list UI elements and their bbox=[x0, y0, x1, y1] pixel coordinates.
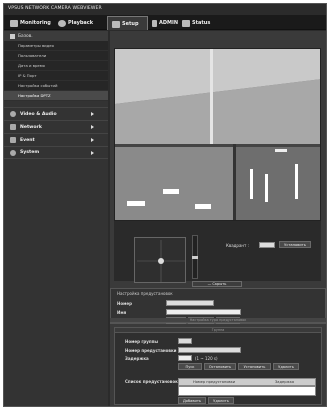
sidebar-item-dptz[interactable]: Настройка DPTZ bbox=[4, 91, 108, 101]
group-delay-label: Задержка bbox=[125, 356, 149, 361]
group-section: Группа Номер группы Номер предустановки … bbox=[114, 327, 322, 405]
group-stop-button[interactable]: Остановить bbox=[204, 363, 236, 370]
preset-number-label: Номер bbox=[117, 301, 132, 306]
nav-setup[interactable]: Setup bbox=[107, 16, 148, 30]
arrow-right-icon bbox=[91, 112, 94, 116]
sidebar-item-video-params[interactable]: Параметры видео bbox=[4, 41, 108, 51]
ptz-crosshair bbox=[137, 240, 185, 282]
setup-icon bbox=[112, 20, 120, 28]
system-icon bbox=[10, 149, 16, 156]
preset-title: Настройка предустановок bbox=[117, 291, 173, 296]
arrow-right-icon bbox=[91, 138, 94, 142]
sidebar-cat-event[interactable]: Event bbox=[4, 133, 108, 146]
group-number-label: Номер группы bbox=[125, 339, 159, 344]
ptz-controls: Квадрант : Установить — Скрыть bbox=[114, 221, 321, 287]
quadrant-select[interactable] bbox=[259, 242, 275, 248]
group-panel-title: Группа bbox=[115, 328, 321, 333]
preset-number-select[interactable] bbox=[166, 300, 214, 306]
slider-handle[interactable] bbox=[192, 256, 198, 259]
nav-monitoring[interactable]: Monitoring bbox=[10, 18, 51, 28]
nav-admin[interactable]: ADMIN bbox=[152, 18, 178, 28]
quadrant-label: Квадрант : bbox=[226, 243, 249, 248]
set-quadrant-button[interactable]: Установить bbox=[279, 241, 311, 248]
preset-list-label: Список предустановок bbox=[125, 379, 178, 384]
camera-image bbox=[115, 49, 320, 220]
basic-icon bbox=[10, 33, 15, 39]
main-content: Квадрант : Установить — Скрыть Настройка… bbox=[110, 31, 326, 406]
group-delete-button[interactable]: Удалить bbox=[273, 363, 299, 370]
list-add-button[interactable]: Добавить bbox=[178, 397, 206, 404]
status-icon bbox=[182, 19, 190, 27]
nav-status[interactable]: Status bbox=[182, 18, 210, 28]
list-col-number: Номер предустановки bbox=[193, 380, 236, 384]
group-number-select[interactable] bbox=[178, 338, 192, 344]
group-set-button[interactable]: Установить bbox=[238, 363, 271, 370]
camera-view[interactable] bbox=[114, 48, 321, 221]
arrow-right-icon bbox=[91, 125, 94, 129]
group-start-button[interactable]: Пуск bbox=[178, 363, 202, 370]
ptz-pad[interactable] bbox=[134, 237, 186, 283]
playback-icon bbox=[58, 19, 66, 27]
list-delete-button[interactable]: Удалить bbox=[208, 397, 234, 404]
brand-title: VPSUS NETWORK CAMERA WEBVIEWER bbox=[8, 6, 102, 11]
sidebar-item-users[interactable]: Пользователи bbox=[4, 51, 108, 61]
delay-range-text: (1 ~ 120 s) bbox=[195, 356, 218, 361]
sidebar-item-events[interactable]: Настройка событий bbox=[4, 81, 108, 91]
sidebar-basic[interactable]: Базов. bbox=[4, 31, 108, 41]
zoom-slider[interactable] bbox=[192, 235, 198, 279]
sidebar-cat-video-audio[interactable]: Video & Audio bbox=[4, 107, 108, 120]
user-icon bbox=[152, 19, 157, 27]
arrow-right-icon bbox=[91, 151, 94, 155]
preset-name-input[interactable] bbox=[166, 309, 241, 315]
sidebar-cat-system[interactable]: System bbox=[4, 146, 108, 159]
top-nav: Monitoring Playback ADMIN Status bbox=[4, 15, 326, 30]
preset-list[interactable] bbox=[178, 386, 316, 396]
sidebar: Базов. Параметры видео Пользователи Дата… bbox=[4, 31, 108, 406]
nav-playback[interactable]: Playback bbox=[58, 18, 93, 28]
video-audio-icon bbox=[10, 111, 16, 117]
group-preset-number-label: Номер предустановки bbox=[125, 348, 177, 353]
event-icon bbox=[10, 137, 16, 143]
group-delay-input[interactable] bbox=[178, 355, 192, 361]
monitor-icon bbox=[10, 19, 18, 27]
list-col-delay: Задержка bbox=[275, 380, 295, 384]
preset-list-header: Номер предустановки Задержка bbox=[178, 378, 316, 386]
sidebar-item-ip-port[interactable]: IP & Порт bbox=[4, 71, 108, 81]
sidebar-cat-network[interactable]: Network bbox=[4, 120, 108, 133]
hide-button[interactable]: — Скрыть bbox=[192, 281, 242, 287]
preset-name-label: Имя bbox=[117, 310, 127, 315]
group-tour-bar: Настройка тура предустановок bbox=[110, 318, 326, 323]
network-icon bbox=[10, 124, 16, 130]
app-window: VPSUS NETWORK CAMERA WEBVIEWER Monitorin… bbox=[3, 3, 327, 407]
sidebar-item-datetime[interactable]: Дата и время bbox=[4, 61, 108, 71]
group-preset-select[interactable] bbox=[178, 347, 241, 353]
